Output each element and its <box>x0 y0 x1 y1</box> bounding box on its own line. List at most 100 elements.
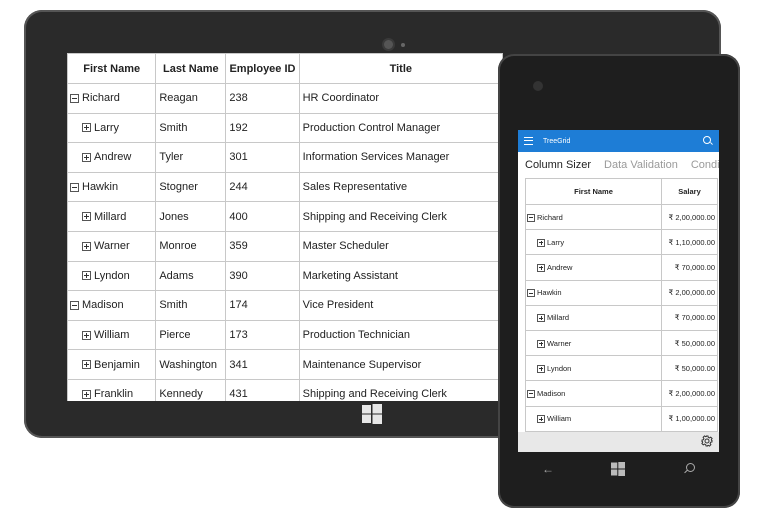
tab-conditional[interactable]: Conditi <box>691 159 719 171</box>
first-name-cell[interactable]: Lyndon <box>525 355 662 382</box>
employee-id-cell[interactable]: 400 <box>225 201 300 232</box>
title-cell[interactable]: Shipping and Receiving Clerk <box>298 201 503 232</box>
first-name-cell[interactable]: Andrew <box>525 254 662 281</box>
plus-box-icon[interactable] <box>82 360 91 370</box>
employee-id-cell[interactable]: 192 <box>225 112 300 144</box>
title-cell[interactable]: Maintenance Supervisor <box>298 349 503 380</box>
plus-box-icon[interactable] <box>537 339 545 348</box>
phone-header-1[interactable]: Salary <box>661 178 718 205</box>
minus-box-icon[interactable] <box>527 389 535 398</box>
salary-cell[interactable]: ₹ 70,000.00 <box>661 254 718 281</box>
last-name-cell[interactable]: Tyler <box>155 142 227 173</box>
windows-logo-icon[interactable] <box>362 404 382 424</box>
salary-cell[interactable]: ₹ 2,00,000.00 <box>661 203 718 231</box>
table-row[interactable]: Franklin Kennedy 431 Shipping and Receiving… <box>67 378 503 401</box>
salary-cell[interactable]: ₹ 50,000.00 <box>661 355 718 382</box>
table-row[interactable]: Hawkin ₹ 2,00,000.00 <box>525 279 718 306</box>
last-name-cell[interactable]: Kennedy <box>155 378 227 401</box>
title-cell[interactable]: Production Technician <box>298 319 503 351</box>
table-row[interactable]: Richard Reagan 238 HR Coordinator <box>67 83 503 114</box>
table-row[interactable]: Warner ₹ 50,000.00 <box>525 329 718 357</box>
first-name-cell[interactable]: Larry <box>67 112 157 144</box>
tablet-header-1[interactable]: Last Name <box>155 53 227 84</box>
first-name-cell[interactable]: Millard <box>67 201 157 232</box>
employee-id-cell[interactable]: 301 <box>225 142 300 173</box>
plus-box-icon[interactable] <box>82 271 91 281</box>
first-name-cell[interactable]: William <box>67 319 157 351</box>
employee-id-cell[interactable]: 341 <box>225 349 300 380</box>
table-row[interactable]: Hawkin Stogner 244 Sales Representative <box>67 171 503 203</box>
table-row[interactable]: William ₹ 1,00,000.00 <box>525 405 718 432</box>
first-name-cell[interactable]: Madison <box>67 290 157 321</box>
plus-box-icon[interactable] <box>82 123 91 133</box>
plus-box-icon[interactable] <box>82 330 91 340</box>
first-name-cell[interactable]: Hawkin <box>525 279 662 306</box>
first-name-cell[interactable]: William <box>525 405 662 432</box>
first-name-cell[interactable]: Larry <box>525 229 662 256</box>
first-name-cell[interactable]: Franklin <box>67 378 157 401</box>
first-name-cell[interactable]: Millard <box>525 304 662 331</box>
plus-box-icon[interactable] <box>82 212 91 222</box>
salary-cell[interactable]: ₹ 1,10,000.00 <box>661 229 718 256</box>
title-cell[interactable]: Master Scheduler <box>298 230 503 262</box>
title-cell[interactable]: Production Control Manager <box>298 112 503 144</box>
salary-cell[interactable]: ₹ 50,000.00 <box>661 329 718 357</box>
windows-logo-icon[interactable] <box>611 462 625 476</box>
last-name-cell[interactable]: Jones <box>155 201 227 232</box>
salary-cell[interactable]: ₹ 70,000.00 <box>661 304 718 331</box>
table-row[interactable]: Millard Jones 400 Shipping and Receiving Cl… <box>67 201 503 232</box>
minus-box-icon[interactable] <box>70 93 79 103</box>
table-row[interactable]: William Pierce 173 Production Technician <box>67 319 503 351</box>
table-row[interactable]: Benjamin Washington 341 Maintenance Supervi… <box>67 349 503 380</box>
last-name-cell[interactable]: Pierce <box>155 319 227 351</box>
minus-box-icon[interactable] <box>70 301 79 311</box>
title-cell[interactable]: Information Services Manager <box>298 142 503 173</box>
tablet-header-3[interactable]: Title <box>298 53 503 84</box>
minus-box-icon[interactable] <box>527 213 535 222</box>
last-name-cell[interactable]: Smith <box>155 290 227 321</box>
plus-box-icon[interactable] <box>82 153 91 163</box>
first-name-cell[interactable]: Richard <box>67 83 157 114</box>
gear-icon[interactable] <box>701 435 713 447</box>
table-row[interactable]: Andrew ₹ 70,000.00 <box>525 254 718 281</box>
table-row[interactable]: Madison Smith 174 Vice President <box>67 290 503 321</box>
first-name-cell[interactable]: Hawkin <box>67 171 157 203</box>
phone-header-0[interactable]: First Name <box>525 178 662 205</box>
search-icon[interactable] <box>686 463 695 472</box>
tablet-header-0[interactable]: First Name <box>67 53 157 84</box>
plus-box-icon[interactable] <box>82 241 91 251</box>
employee-id-cell[interactable]: 431 <box>225 378 300 401</box>
tab-column-sizer[interactable]: Column Sizer <box>525 159 591 171</box>
first-name-cell[interactable]: Warner <box>525 329 662 357</box>
employee-id-cell[interactable]: 238 <box>225 83 300 114</box>
plus-box-icon[interactable] <box>537 364 545 373</box>
employee-id-cell[interactable]: 359 <box>225 230 300 262</box>
table-row[interactable]: Lyndon Adams 390 Marketing Assistant <box>67 260 503 292</box>
table-row[interactable]: Madison ₹ 2,00,000.00 <box>525 380 718 407</box>
employee-id-cell[interactable]: 173 <box>225 319 300 351</box>
search-icon[interactable] <box>703 136 711 144</box>
salary-cell[interactable]: ₹ 2,00,000.00 <box>661 380 718 407</box>
last-name-cell[interactable]: Washington <box>155 349 227 380</box>
plus-box-icon[interactable] <box>537 314 545 323</box>
first-name-cell[interactable]: Madison <box>525 380 662 407</box>
title-cell[interactable]: Vice President <box>298 290 503 321</box>
first-name-cell[interactable]: Warner <box>67 230 157 262</box>
table-row[interactable]: Millard ₹ 70,000.00 <box>525 304 718 331</box>
last-name-cell[interactable]: Reagan <box>155 83 227 114</box>
table-row[interactable]: Andrew Tyler 301 Information Services Manag… <box>67 142 503 173</box>
last-name-cell[interactable]: Monroe <box>155 230 227 262</box>
employee-id-cell[interactable]: 390 <box>225 260 300 292</box>
plus-box-icon[interactable] <box>537 263 545 272</box>
first-name-cell[interactable]: Benjamin <box>67 349 157 380</box>
table-row[interactable]: Richard ₹ 2,00,000.00 <box>525 203 718 231</box>
back-arrow-icon[interactable]: ← <box>542 462 554 476</box>
salary-cell[interactable]: ₹ 2,00,000.00 <box>661 279 718 306</box>
plus-box-icon[interactable] <box>537 238 545 247</box>
last-name-cell[interactable]: Stogner <box>155 171 227 203</box>
first-name-cell[interactable]: Lyndon <box>67 260 157 292</box>
title-cell[interactable]: Sales Representative <box>298 171 503 203</box>
last-name-cell[interactable]: Smith <box>155 112 227 144</box>
table-row[interactable]: Warner Monroe 359 Master Scheduler <box>67 230 503 262</box>
minus-box-icon[interactable] <box>70 182 79 192</box>
